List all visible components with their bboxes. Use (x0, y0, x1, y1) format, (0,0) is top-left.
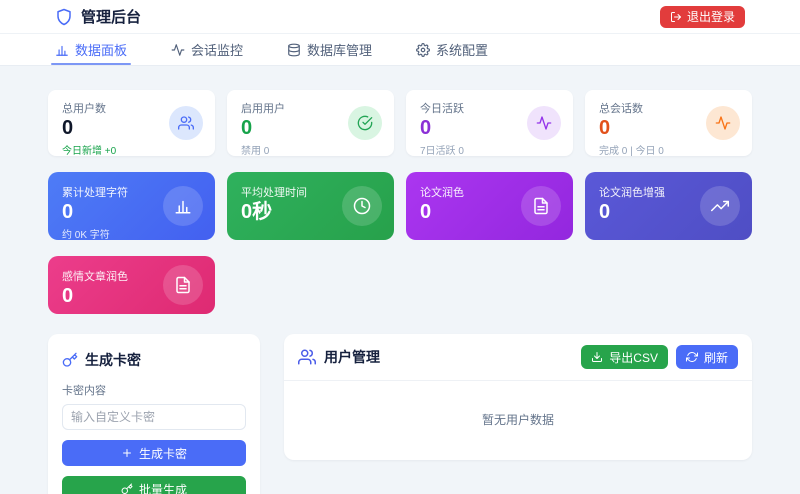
keygen-title: 生成卡密 (85, 352, 141, 368)
user-management-header: 用户管理 导出CSV 刷新 (284, 334, 752, 381)
metric-card-avg-time: 平均处理时间 0秒 (227, 172, 394, 240)
database-icon (287, 43, 301, 57)
shield-icon (55, 8, 73, 26)
metrics-row-2: 感情文章润色 0 (48, 256, 752, 314)
empty-state-text: 暂无用户数据 (481, 413, 554, 427)
page-title: 管理后台 (81, 9, 142, 26)
tab-session-monitor[interactable]: 会话监控 (171, 34, 243, 65)
keygen-input[interactable] (62, 404, 246, 430)
clock-icon (342, 186, 382, 226)
tab-label: 数据面板 (75, 43, 128, 58)
plus-icon (121, 447, 133, 459)
stat-card-total-sessions: 总会话数 0 完成 0 | 今日 0 (585, 90, 752, 157)
stats-row: 总用户数 0 今日新增 +0 启用用户 0 禁用 0 今日活跃 0 7日活跃 0… (48, 90, 752, 157)
keygen-header: 生成卡密 (62, 350, 246, 370)
bottom-section: 生成卡密 卡密内容 生成卡密 批量生成 用户管 (48, 334, 752, 494)
brand: 管理后台 (55, 6, 141, 27)
metrics-row: 累计处理字符 0 约 0K 字符 平均处理时间 0秒 论文润色 0 论文润色增强… (48, 172, 752, 241)
export-csv-button[interactable]: 导出CSV (581, 345, 668, 369)
tab-bar: 数据面板 会话监控 数据库管理 系统配置 (0, 34, 800, 66)
gear-icon (416, 42, 431, 57)
tab-database[interactable]: 数据库管理 (287, 34, 372, 65)
activity-icon (171, 43, 185, 57)
key-icon (62, 352, 78, 368)
metric-card-total-chars: 累计处理字符 0 约 0K 字符 (48, 172, 215, 241)
metric-card-emotion-polish: 感情文章润色 0 (48, 256, 215, 314)
stat-subtitle: 禁用 0 (241, 146, 270, 157)
stat-card-enabled-users: 启用用户 0 禁用 0 (227, 90, 394, 157)
metric-card-paper-polish-enhanced: 论文润色增强 0 (585, 172, 752, 240)
refresh-icon (685, 351, 698, 363)
batch-generate-label: 批量生成 (138, 482, 187, 494)
tab-label: 会话监控 (191, 43, 244, 58)
trending-up-icon (700, 186, 740, 226)
logout-icon (670, 11, 682, 23)
metric-subtitle: 约 0K 字符 (62, 230, 110, 241)
batch-generate-button[interactable]: 批量生成 (62, 476, 246, 494)
refresh-label: 刷新 (703, 350, 728, 365)
activity-icon (527, 106, 561, 140)
activity-icon (706, 106, 740, 140)
metric-card-paper-polish: 论文润色 0 (406, 172, 573, 240)
user-management-title: 用户管理 (324, 349, 380, 365)
bar-chart-icon (55, 43, 69, 57)
main-content: 总用户数 0 今日新增 +0 启用用户 0 禁用 0 今日活跃 0 7日活跃 0… (0, 66, 800, 494)
keygen-panel: 生成卡密 卡密内容 生成卡密 批量生成 (48, 334, 260, 494)
user-management-panel: 用户管理 导出CSV 刷新 暂无用户数据 (284, 334, 752, 460)
file-text-icon (163, 265, 203, 305)
tab-label: 系统配置 (436, 43, 489, 58)
stat-subtitle: 7日活跃 0 (420, 146, 464, 157)
tab-settings[interactable]: 系统配置 (416, 34, 488, 65)
stat-subtitle: 完成 0 | 今日 0 (599, 146, 664, 157)
tab-label: 数据库管理 (307, 43, 373, 58)
file-text-icon (521, 186, 561, 226)
refresh-button[interactable]: 刷新 (675, 345, 738, 369)
export-csv-label: 导出CSV (609, 350, 658, 365)
logout-label: 退出登录 (686, 10, 735, 24)
logout-button[interactable]: 退出登录 (659, 5, 745, 28)
stat-subtitle: 今日新增 +0 (62, 146, 117, 157)
generate-key-label: 生成卡密 (138, 446, 187, 461)
user-actions: 导出CSV 刷新 (581, 345, 738, 369)
stat-card-active-today: 今日活跃 0 7日活跃 0 (406, 90, 573, 157)
users-icon (169, 106, 203, 140)
generate-key-button[interactable]: 生成卡密 (62, 440, 246, 466)
stat-card-total-users: 总用户数 0 今日新增 +0 (48, 90, 215, 157)
app-header: 管理后台 退出登录 (0, 0, 800, 34)
check-circle-icon (348, 106, 382, 140)
keygen-field-label: 卡密内容 (62, 385, 106, 397)
key-icon (121, 483, 133, 494)
download-icon (591, 351, 603, 363)
bar-chart-icon (163, 186, 203, 226)
users-icon (298, 348, 316, 366)
tab-dashboard[interactable]: 数据面板 (50, 34, 132, 65)
